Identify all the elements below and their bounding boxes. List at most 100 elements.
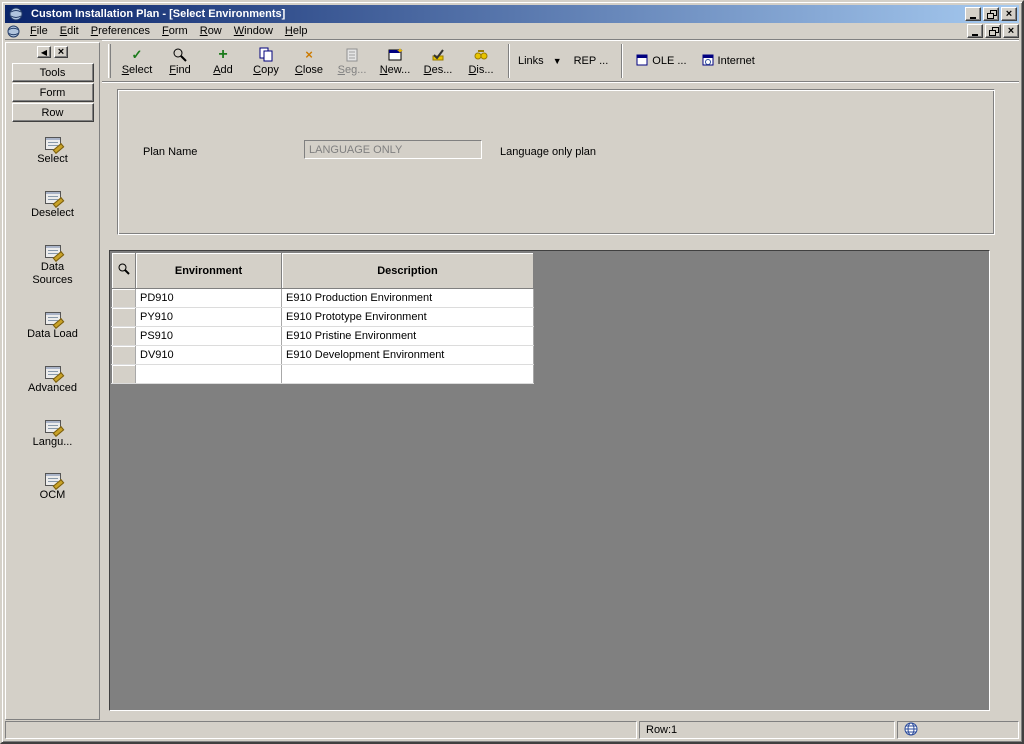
grid-header-row: Environment Description xyxy=(112,253,534,289)
advanced-icon xyxy=(45,366,61,379)
cell-environment[interactable]: PD910 xyxy=(136,289,282,308)
document-window-icon[interactable] xyxy=(7,25,20,38)
check-icon: ✓ xyxy=(132,47,143,63)
cell-environment[interactable]: DV910 xyxy=(136,346,282,365)
rep-link-button[interactable]: REP ... xyxy=(567,52,616,70)
toolbar-add-button[interactable]: + Add xyxy=(202,42,244,80)
tab-row[interactable]: Row xyxy=(12,103,94,122)
toolbar-button-label: Copy xyxy=(253,64,279,76)
links-dropdown-arrow-icon[interactable]: ▼ xyxy=(549,56,566,66)
restore-button[interactable] xyxy=(983,7,999,21)
cell-environment[interactable] xyxy=(136,365,282,384)
sidebar-item-list: Select Deselect Data Sources Data Load A… xyxy=(6,137,99,503)
toolbar-separator xyxy=(508,44,510,78)
magnifier-icon xyxy=(117,267,131,279)
row-header-cell[interactable] xyxy=(112,365,136,384)
toolbar-button-label: Des... xyxy=(424,64,453,76)
links-label: Links xyxy=(518,55,544,67)
plan-name-input[interactable] xyxy=(304,140,482,159)
internet-button[interactable]: Internet xyxy=(695,51,762,72)
cell-environment[interactable]: PS910 xyxy=(136,327,282,346)
main-content: Plan Name Language only plan Environment… xyxy=(102,82,1019,720)
toolbar-copy-button[interactable]: Copy xyxy=(245,42,287,80)
toolbar-close-button[interactable]: × Close xyxy=(288,42,330,80)
cell-description[interactable]: E910 Prototype Environment xyxy=(282,308,534,327)
sidebar: ◀ × Tools Form Row Select Deselect Data … xyxy=(5,42,100,720)
toolbar-select-button[interactable]: ✓ Select xyxy=(116,42,158,80)
plan-panel: Plan Name Language only plan xyxy=(117,89,995,235)
tab-form[interactable]: Form xyxy=(12,83,94,102)
copy-icon xyxy=(258,47,274,63)
child-restore-button[interactable] xyxy=(985,24,1001,38)
column-header-environment[interactable]: Environment xyxy=(136,253,282,289)
ole-button[interactable]: OLE ... xyxy=(629,51,693,72)
cell-description[interactable]: E910 Pristine Environment xyxy=(282,327,534,346)
tab-tools[interactable]: Tools xyxy=(12,63,94,82)
window-title: Custom Installation Plan - [Select Envir… xyxy=(31,8,285,20)
plus-icon: + xyxy=(218,47,227,63)
cell-description[interactable]: E910 Production Environment xyxy=(282,289,534,308)
menu-form[interactable]: Form xyxy=(156,24,194,39)
menu-window[interactable]: Window xyxy=(228,24,279,39)
grid-corner-cell[interactable] xyxy=(112,253,136,289)
title-bar: Custom Installation Plan - [Select Envir… xyxy=(5,5,1019,23)
cell-environment[interactable]: PY910 xyxy=(136,308,282,327)
table-row[interactable]: PD910 E910 Production Environment xyxy=(112,289,534,308)
toolbar-button-label: Find xyxy=(169,64,190,76)
menu-edit[interactable]: Edit xyxy=(54,24,85,39)
environments-grid: Environment Description PD910 E910 Produ… xyxy=(111,252,534,384)
sidebar-item-label: OCM xyxy=(40,489,66,503)
status-network-panel xyxy=(897,721,1019,739)
row-indicator: Row:1 xyxy=(646,724,677,736)
sidebar-item-label: Data Load xyxy=(27,328,78,342)
table-row[interactable]: PY910 E910 Prototype Environment xyxy=(112,308,534,327)
child-close-button[interactable]: × xyxy=(1003,24,1019,38)
toolbar-find-button[interactable]: Find xyxy=(159,42,201,80)
sidebar-controls: ◀ × xyxy=(37,46,68,58)
toolbar-des-button[interactable]: Des... xyxy=(417,42,459,80)
toolbar-grip[interactable] xyxy=(108,44,111,78)
column-header-description[interactable]: Description xyxy=(282,253,534,289)
grid-area: Environment Description PD910 E910 Produ… xyxy=(109,250,990,711)
menu-preferences[interactable]: Preferences xyxy=(85,24,156,39)
sidebar-item-label: Deselect xyxy=(31,207,74,221)
toolbar-button-label: Dis... xyxy=(468,64,493,76)
sidebar-item-deselect[interactable]: Deselect xyxy=(20,191,86,221)
collapse-sidebar-button[interactable]: ◀ xyxy=(37,46,51,58)
row-header-cell[interactable] xyxy=(112,289,136,308)
table-row-empty[interactable] xyxy=(112,365,534,384)
row-header-cell[interactable] xyxy=(112,327,136,346)
menu-file[interactable]: File xyxy=(24,24,54,39)
table-row[interactable]: DV910 E910 Development Environment xyxy=(112,346,534,365)
sidebar-item-advanced[interactable]: Advanced xyxy=(20,366,86,396)
plan-name-label: Plan Name xyxy=(143,146,197,158)
minimize-button[interactable] xyxy=(965,7,981,21)
seg-icon xyxy=(344,47,360,63)
sidebar-item-data-sources[interactable]: Data Sources xyxy=(20,245,86,289)
toolbar-dis-button[interactable]: Dis... xyxy=(460,42,502,80)
rep-link-label: REP ... xyxy=(574,55,609,67)
sidebar-item-language[interactable]: Langu... xyxy=(20,420,86,450)
menu-help[interactable]: Help xyxy=(279,24,314,39)
sidebar-item-data-load[interactable]: Data Load xyxy=(20,312,86,342)
data-sources-icon xyxy=(45,245,61,258)
row-header-cell[interactable] xyxy=(112,308,136,327)
toolbar-button-label: Select xyxy=(122,64,153,76)
close-button[interactable]: × xyxy=(1001,7,1017,21)
ole-icon xyxy=(636,54,648,69)
table-row[interactable]: PS910 E910 Pristine Environment xyxy=(112,327,534,346)
find-icon xyxy=(172,47,188,63)
sidebar-item-select[interactable]: Select xyxy=(20,137,86,167)
cell-description[interactable] xyxy=(282,365,534,384)
toolbar-new-button[interactable]: New... xyxy=(374,42,416,80)
toolbar-button-label: New... xyxy=(380,64,411,76)
globe-icon xyxy=(904,722,918,739)
close-sidebar-button[interactable]: × xyxy=(54,46,68,58)
menu-row[interactable]: Row xyxy=(194,24,228,39)
sidebar-item-ocm[interactable]: OCM xyxy=(20,473,86,503)
internet-icon xyxy=(702,54,714,69)
cell-description[interactable]: E910 Development Environment xyxy=(282,346,534,365)
plan-description: Language only plan xyxy=(500,146,596,158)
child-minimize-button[interactable] xyxy=(967,24,983,38)
row-header-cell[interactable] xyxy=(112,346,136,365)
